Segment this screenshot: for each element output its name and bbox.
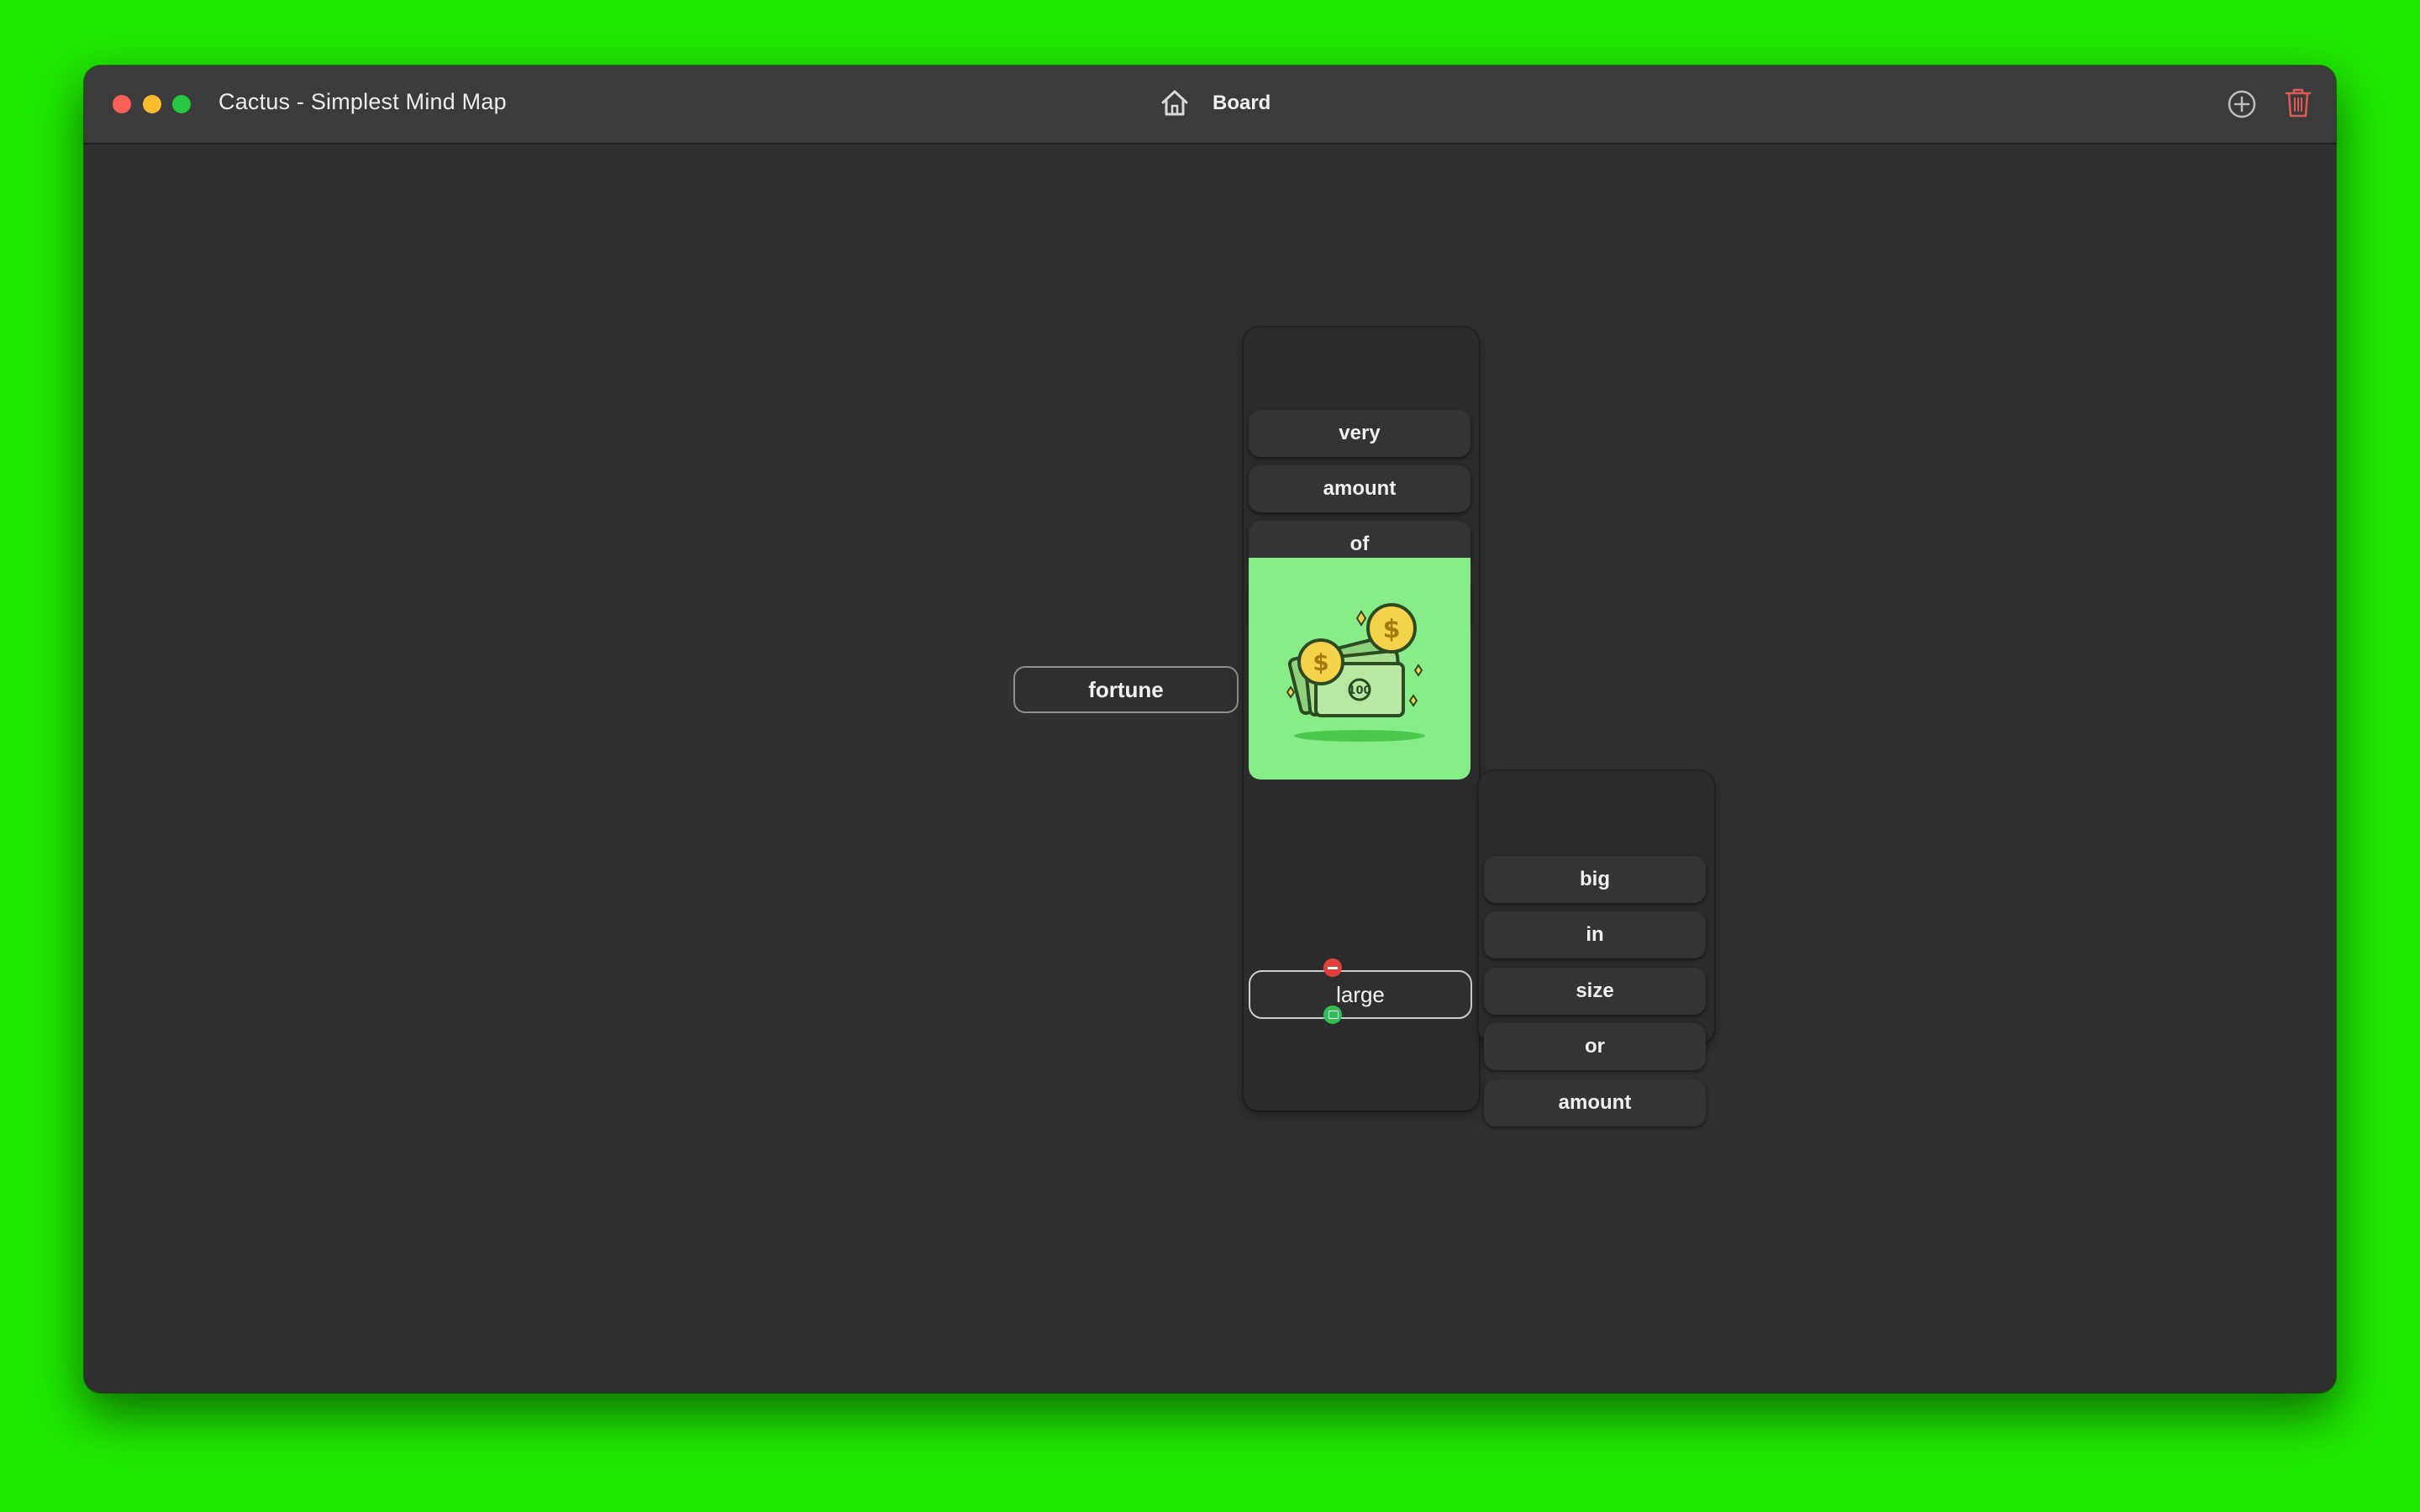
board-title: Board bbox=[1213, 92, 1271, 114]
word-node[interactable]: amount bbox=[1484, 1079, 1706, 1126]
root-node[interactable]: fortune bbox=[1013, 666, 1239, 713]
mindmap-canvas[interactable] bbox=[84, 144, 2336, 1393]
money-image[interactable]: 100 $ $ bbox=[1249, 558, 1470, 780]
word-node[interactable]: or bbox=[1484, 1023, 1706, 1070]
word-node[interactable]: in bbox=[1484, 911, 1706, 958]
selected-node-input[interactable]: large bbox=[1249, 970, 1472, 1019]
minimize-window-button[interactable] bbox=[143, 95, 161, 113]
app-window: Cactus - Simplest Mind Map Board bbox=[84, 66, 2336, 1393]
word-node[interactable]: very bbox=[1249, 410, 1470, 457]
svg-text:$: $ bbox=[1383, 615, 1401, 644]
house-icon[interactable] bbox=[1158, 86, 1192, 119]
word-node[interactable]: size bbox=[1484, 968, 1706, 1015]
trash-icon[interactable] bbox=[2283, 86, 2313, 119]
titlebar: Cactus - Simplest Mind Map Board bbox=[84, 66, 2336, 144]
maximize-window-button[interactable] bbox=[172, 95, 191, 113]
word-node[interactable]: amount bbox=[1249, 465, 1470, 512]
svg-text:100: 100 bbox=[1348, 685, 1370, 697]
add-image-icon[interactable] bbox=[1323, 1005, 1342, 1024]
close-window-button[interactable] bbox=[113, 95, 131, 113]
plus-circle-icon[interactable] bbox=[2225, 87, 2259, 121]
remove-node-icon[interactable] bbox=[1323, 958, 1342, 977]
word-node[interactable]: big bbox=[1484, 856, 1706, 903]
app-title: Cactus - Simplest Mind Map bbox=[218, 89, 507, 114]
svg-text:$: $ bbox=[1313, 648, 1328, 676]
